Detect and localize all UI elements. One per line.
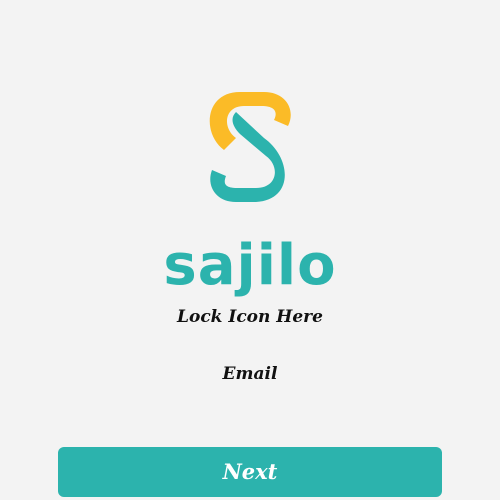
email-label: Email xyxy=(222,364,278,384)
sajilo-logo-icon xyxy=(209,92,291,202)
login-screen: sajilo Lock Icon Here Email Next xyxy=(0,0,500,500)
lock-icon-placeholder: Lock Icon Here xyxy=(177,307,323,327)
brand-wordmark: sajilo xyxy=(0,226,500,306)
brand-name: sajilo xyxy=(163,233,337,298)
next-button[interactable]: Next xyxy=(58,447,442,497)
